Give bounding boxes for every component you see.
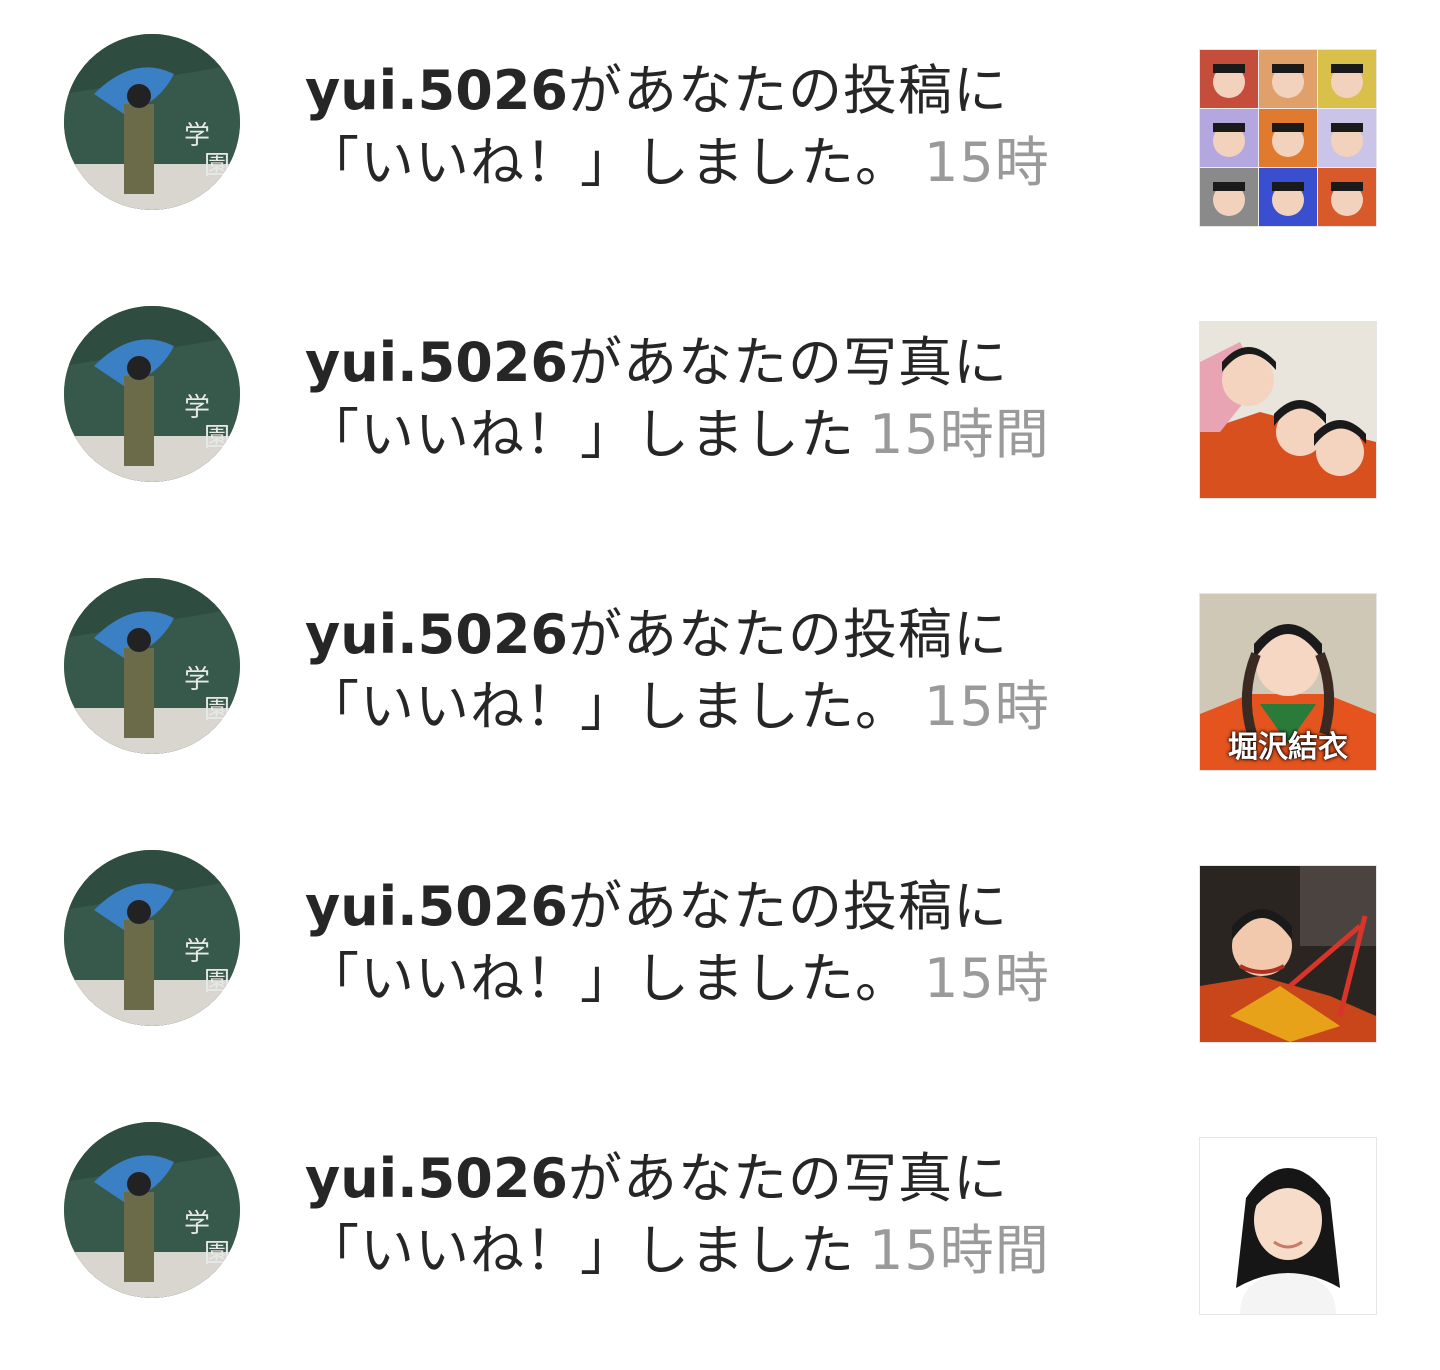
notification-row[interactable]: 学 園 yui.5026があなたの投稿に「いいね！」しました。15時間 xyxy=(0,0,1440,272)
notification-text: yui.5026があなたの写真に「いいね！」しました 15時間 xyxy=(305,1143,1095,1287)
svg-text:学: 学 xyxy=(184,121,210,151)
user-avatar[interactable]: 学 園 xyxy=(64,578,240,754)
timestamp: 15時間 xyxy=(869,1219,1050,1282)
svg-text:園: 園 xyxy=(204,695,230,725)
notification-text: yui.5026があなたの投稿に「いいね！」しました。15時間 xyxy=(305,599,1095,743)
svg-text:園: 園 xyxy=(204,1239,230,1269)
profile-portrait-thumbnail[interactable] xyxy=(1199,1137,1377,1315)
svg-text:学: 学 xyxy=(184,393,210,423)
notification-text: yui.5026があなたの写真に「いいね！」しました 15時間 xyxy=(305,327,1095,471)
user-avatar[interactable]: 学 園 xyxy=(64,34,240,210)
username[interactable]: yui.5026 xyxy=(305,59,568,122)
user-avatar[interactable]: 学 園 xyxy=(64,1122,240,1298)
child-photo-thumbnail[interactable] xyxy=(1199,865,1377,1043)
group-photo-thumbnail[interactable] xyxy=(1199,321,1377,499)
timestamp: 15時間 xyxy=(869,403,1050,466)
notification-row[interactable]: 学 園 yui.5026があなたの投稿に「いいね！」しました。15時間 堀沢結衣 xyxy=(0,544,1440,816)
username[interactable]: yui.5026 xyxy=(305,875,568,938)
user-avatar[interactable]: 学 園 xyxy=(64,306,240,482)
notification-row[interactable]: 学 園 yui.5026があなたの写真に「いいね！」しました 15時間 xyxy=(0,272,1440,544)
svg-text:学: 学 xyxy=(184,937,210,967)
notification-text: yui.5026があなたの投稿に「いいね！」しました。15時間 xyxy=(305,55,1095,199)
username[interactable]: yui.5026 xyxy=(305,1147,568,1210)
thumbnail-caption: 堀沢結衣 xyxy=(1228,730,1348,765)
user-avatar[interactable]: 学 園 xyxy=(64,850,240,1026)
svg-text:園: 園 xyxy=(204,151,230,181)
notification-row[interactable]: 学 園 yui.5026があなたの写真に「いいね！」しました 15時間 xyxy=(0,1088,1440,1360)
notification-text: yui.5026があなたの投稿に「いいね！」しました。15時間 xyxy=(305,871,1095,1015)
svg-text:園: 園 xyxy=(204,967,230,997)
collage-thumbnail[interactable] xyxy=(1199,49,1377,227)
svg-text:学: 学 xyxy=(184,665,210,695)
notification-row[interactable]: 学 園 yui.5026があなたの投稿に「いいね！」しました。15時間 xyxy=(0,816,1440,1088)
portrait-caption-thumbnail[interactable]: 堀沢結衣 xyxy=(1199,593,1377,771)
activity-feed: 学 園 yui.5026があなたの投稿に「いいね！」しました。15時間 xyxy=(0,0,1440,1370)
svg-text:学: 学 xyxy=(184,1209,210,1239)
svg-text:園: 園 xyxy=(204,423,230,453)
username[interactable]: yui.5026 xyxy=(305,603,568,666)
username[interactable]: yui.5026 xyxy=(305,331,568,394)
